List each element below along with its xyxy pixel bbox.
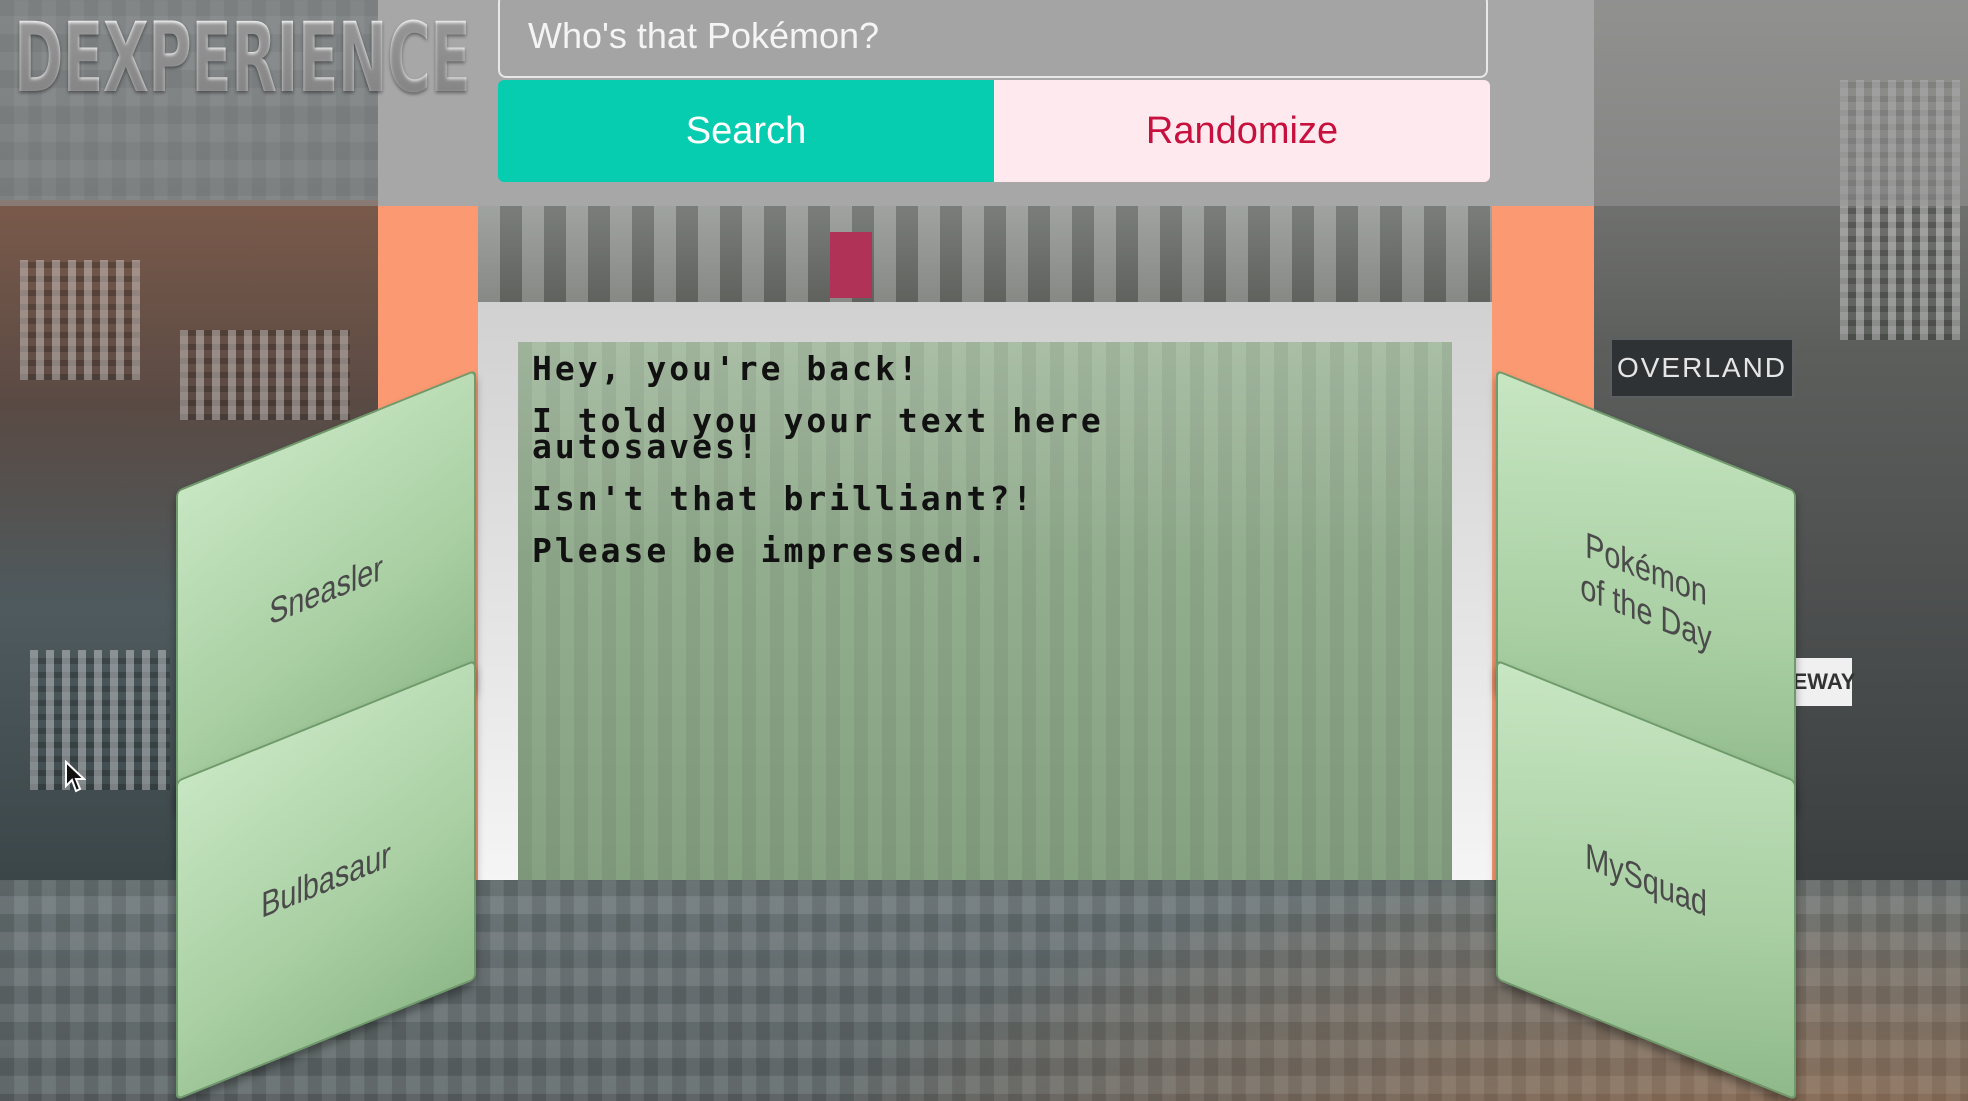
randomize-button[interactable]: Randomize xyxy=(994,80,1490,182)
building-windows xyxy=(30,650,170,790)
card-label: Pokémon of the Day xyxy=(1580,523,1712,659)
billboard: OVERLAND xyxy=(1610,338,1794,398)
card-label: MySquad xyxy=(1585,834,1707,925)
card-label: Bulbasaur xyxy=(261,833,391,927)
search-input[interactable] xyxy=(498,0,1488,78)
street-sign: EWAY xyxy=(1793,658,1855,706)
app-logo[interactable]: DEXPERIENCE xyxy=(14,10,471,106)
building-windows xyxy=(20,260,140,380)
city-strip xyxy=(478,206,1492,302)
mouse-cursor-icon xyxy=(65,760,86,793)
poster xyxy=(830,232,872,298)
notes-textarea[interactable]: Hey, you're back! I told you your text h… xyxy=(518,342,1452,880)
card-label: Sneasler xyxy=(269,546,383,634)
search-button[interactable]: Search xyxy=(498,80,994,182)
building-windows xyxy=(180,330,350,420)
